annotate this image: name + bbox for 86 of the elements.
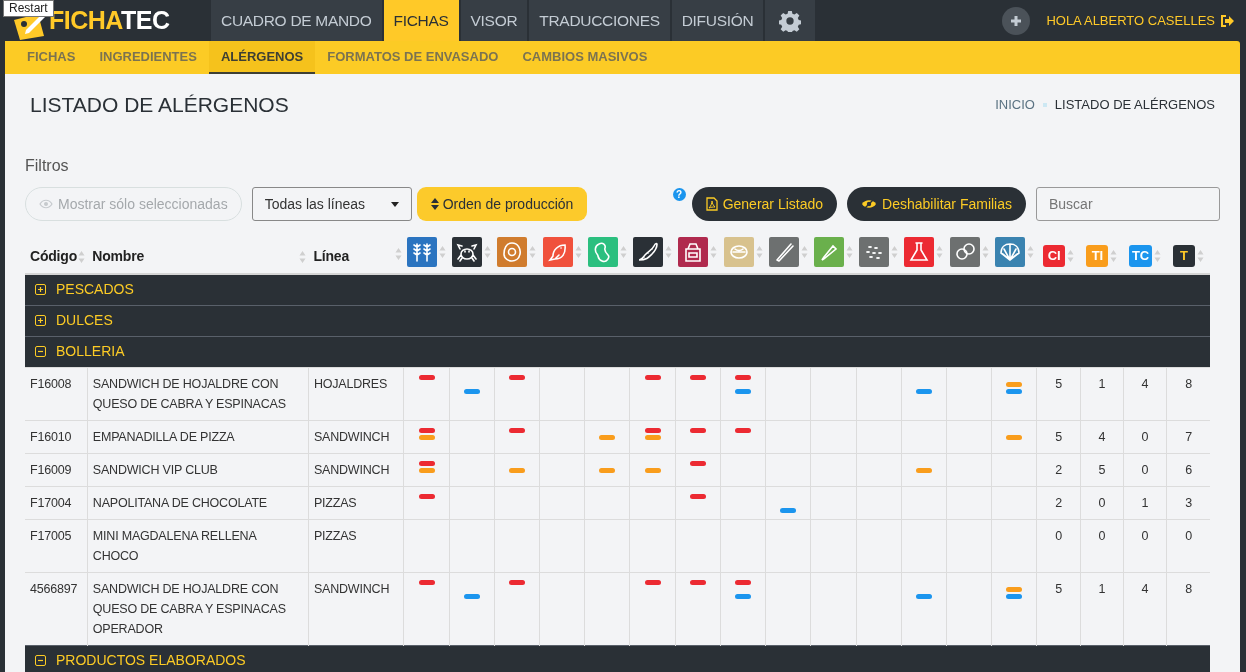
table-cell-text: MINI MAGDALENA RELLENA CHOCO xyxy=(91,527,258,565)
breadcrumb-separator xyxy=(1042,103,1047,107)
group-toggle[interactable]: BOLLERIA xyxy=(25,340,131,363)
expand-icon xyxy=(35,284,46,296)
table-cell-text: NAPOLITANA DE CHOCOLATE xyxy=(91,494,268,512)
nav-tab[interactable]: TRADUCCIONES xyxy=(529,0,670,41)
table-cell-text: 0 xyxy=(1140,461,1150,479)
table-cell-text: 0 xyxy=(1184,527,1193,545)
collapse-icon xyxy=(35,655,46,666)
collapse-icon xyxy=(35,346,46,357)
pdf-file-icon xyxy=(705,197,718,211)
table-cell-text: 5 xyxy=(1054,375,1063,393)
page-title: LISTADO DE ALÉRGENOS xyxy=(30,92,289,118)
sort-icon[interactable] xyxy=(78,249,86,264)
group-toggle[interactable]: PESCADOS xyxy=(25,278,140,302)
group-toggle[interactable]: DULCES xyxy=(25,309,119,332)
table-cell-text: 4566897 xyxy=(29,580,79,598)
sort-icon[interactable] xyxy=(394,246,402,261)
breadcrumb-item: LISTADO DE ALÉRGENOS xyxy=(1054,96,1215,115)
nav-tab[interactable]: DIFUSIÓN xyxy=(671,0,764,41)
table-cell-text: F16010 xyxy=(29,428,73,446)
column-header[interactable]: Línea xyxy=(313,246,349,267)
disable-families-button[interactable]: Deshabilitar Familias xyxy=(847,187,1026,221)
table-cell-text: SANDWINCH xyxy=(312,428,391,446)
eye-icon xyxy=(39,199,53,209)
order-button[interactable]: Orden de producción xyxy=(416,187,588,221)
sort-icon[interactable] xyxy=(439,245,446,259)
table-cell-text: 1 xyxy=(1140,494,1150,512)
nav-tab[interactable]: VISOR xyxy=(460,0,528,41)
breadcrumb-item[interactable]: INICIO xyxy=(995,95,1035,115)
sort-icon[interactable] xyxy=(299,249,307,264)
column-header[interactable]: CI xyxy=(1043,245,1066,267)
table-cell-text: 8 xyxy=(1184,580,1193,598)
table-cell-text: 1 xyxy=(1097,375,1107,393)
table-cell-text: 0 xyxy=(1140,428,1150,446)
eye-slash-icon xyxy=(861,198,878,210)
table-cell-text: SANDWICH VIP CLUB xyxy=(91,461,219,479)
group-toggle[interactable]: PRODUCTOS ELABORADOS xyxy=(25,649,252,672)
filters-label: Filtros xyxy=(25,156,70,176)
table-cell-text: 6 xyxy=(1184,461,1193,479)
table-cell-text: 2 xyxy=(1054,461,1063,479)
table-cell-text: HOJALDRES xyxy=(312,375,389,393)
table-cell-text: PIZZAS xyxy=(312,494,358,512)
sort-icon xyxy=(430,198,439,210)
column-header[interactable]: Código xyxy=(30,246,77,267)
user-link[interactable]: HOLA ALBERTO CASELLES xyxy=(1046,10,1234,31)
column-header[interactable]: Nombre xyxy=(92,246,144,267)
nav-tab[interactable]: CUADRO DE MANDO xyxy=(211,0,382,41)
table-cell-text: 0 xyxy=(1097,527,1107,545)
table-cell-text: 4 xyxy=(1140,580,1150,598)
table-cell-text: PIZZAS xyxy=(312,527,358,545)
table-cell-text: 5 xyxy=(1054,428,1063,446)
add-button[interactable] xyxy=(1002,6,1031,35)
plus-icon xyxy=(1010,14,1023,27)
table-cell-text: 4 xyxy=(1097,428,1107,446)
table-cell-text: 0 xyxy=(1140,527,1150,545)
settings-icon xyxy=(779,9,802,32)
table-cell-text: SANDWICH DE HOJALDRE CON QUESO DE CABRA Y ESPINACAS OPERADOR xyxy=(91,580,287,638)
table-cell-text: 2 xyxy=(1054,494,1063,512)
table-cell-text: 5 xyxy=(1097,461,1107,479)
search-field[interactable]: Buscar xyxy=(1036,187,1220,221)
table-cell-text: 7 xyxy=(1184,428,1193,446)
nav-tab[interactable]: FICHAS xyxy=(383,0,459,41)
table-cell-text: 0 xyxy=(1054,527,1063,545)
table-cell-text: EMPANADILLA DE PIZZA xyxy=(91,428,236,446)
caret-icon xyxy=(390,201,399,207)
line-select[interactable]: Todas las líneas xyxy=(251,187,412,221)
table-cell-text: F16008 xyxy=(29,375,73,393)
table-cell-text: SANDWICH DE HOJALDRE CON QUESO DE CABRA Y ESPINACAS xyxy=(91,375,287,413)
generate-button[interactable]: Generar Listado xyxy=(691,187,838,221)
table-cell-text: F16009 xyxy=(29,461,73,479)
expand-icon xyxy=(35,315,46,326)
settings-tab[interactable] xyxy=(765,0,816,41)
sub-tab[interactable]: ALÉRGENOS xyxy=(208,41,316,74)
table-cell-text: 3 xyxy=(1184,494,1193,512)
table-cell-text: 1 xyxy=(1097,580,1107,598)
table-cell-text: 5 xyxy=(1054,580,1063,598)
column-header[interactable]: T xyxy=(1172,245,1195,267)
table-cell-text: 4 xyxy=(1140,375,1150,393)
table-cell-text: F17004 xyxy=(29,494,73,512)
table-cell-text: 8 xyxy=(1184,375,1193,393)
sign-out-icon xyxy=(1221,14,1234,27)
table-cell-text: F17005 xyxy=(29,527,73,545)
table-cell-text: SANDWINCH xyxy=(312,461,391,479)
table-cell-text: 0 xyxy=(1097,494,1107,512)
table-cell-text: SANDWINCH xyxy=(312,580,391,598)
